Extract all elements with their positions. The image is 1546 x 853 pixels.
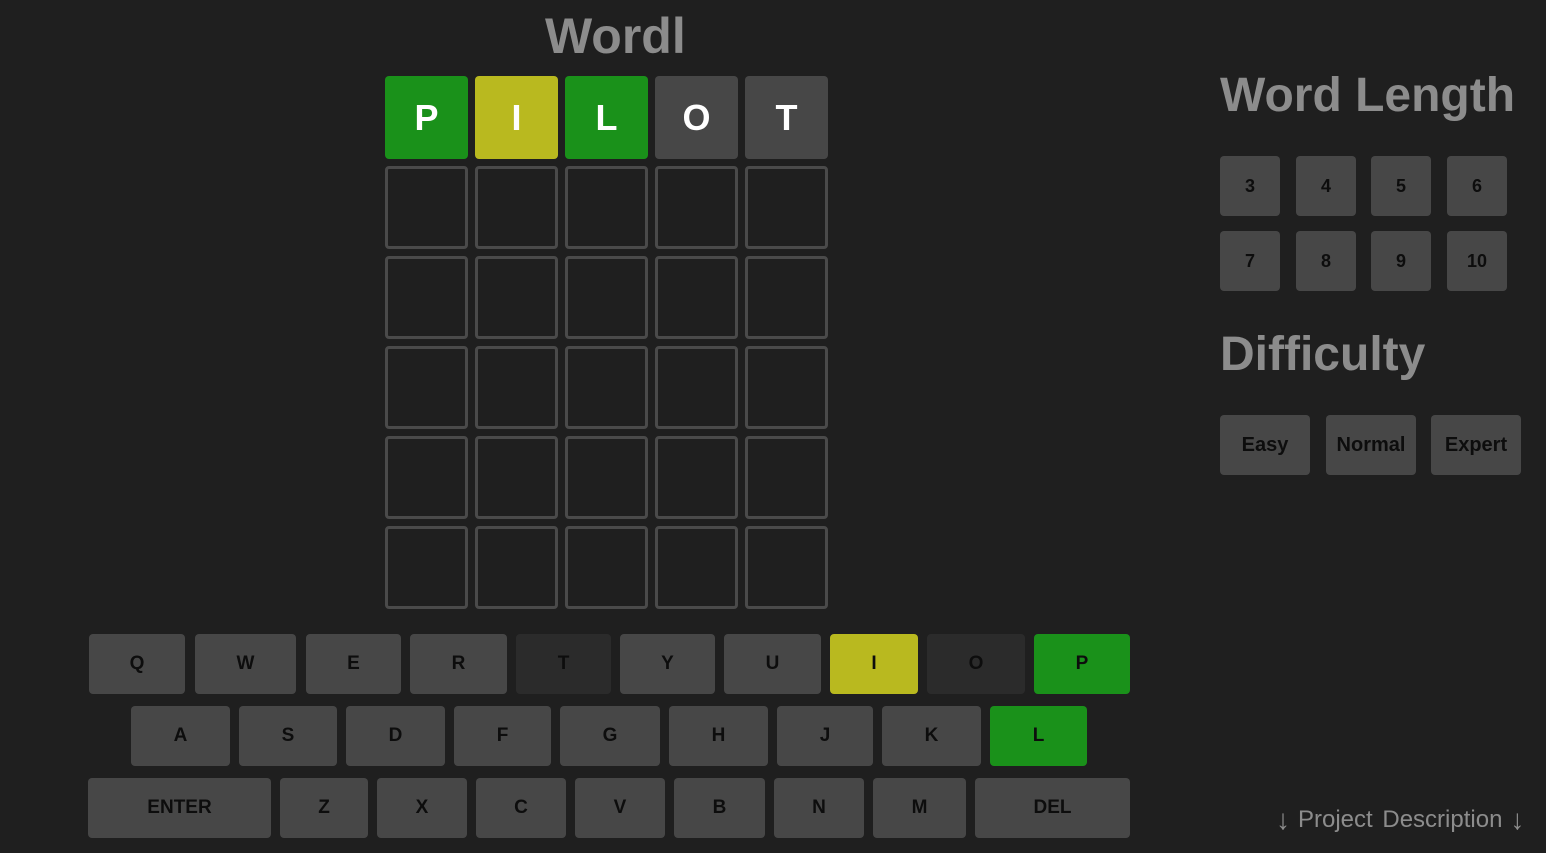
letter-tile — [655, 436, 738, 519]
letter-tile — [565, 166, 648, 249]
letter-tile: T — [745, 76, 828, 159]
key-x[interactable]: X — [377, 778, 467, 838]
word-length-button-3[interactable]: 3 — [1220, 156, 1280, 216]
key-f[interactable]: F — [454, 706, 551, 766]
key-u[interactable]: U — [724, 634, 821, 694]
key-d[interactable]: D — [346, 706, 445, 766]
down-arrow-icon: ↓ — [1276, 804, 1290, 835]
letter-tile — [745, 346, 828, 429]
down-arrow-icon: ↓ — [1510, 804, 1525, 835]
project-description-link[interactable]: ↓ Project Description ↓ — [1276, 806, 1524, 834]
key-v[interactable]: V — [575, 778, 665, 838]
letter-tile — [475, 166, 558, 249]
difficulty-easy-button[interactable]: Easy — [1220, 415, 1310, 475]
letter-tile — [475, 346, 558, 429]
letter-tile: P — [385, 76, 468, 159]
key-k[interactable]: K — [882, 706, 981, 766]
letter-tile — [655, 346, 738, 429]
letter-tile — [385, 436, 468, 519]
word-length-button-4[interactable]: 4 — [1296, 156, 1356, 216]
difficulty-expert-button[interactable]: Expert — [1431, 415, 1521, 475]
letter-tile — [565, 436, 648, 519]
key-q[interactable]: Q — [89, 634, 185, 694]
letter-tile — [745, 166, 828, 249]
key-e[interactable]: E — [306, 634, 401, 694]
letter-tile — [565, 346, 648, 429]
letter-tile: L — [565, 76, 648, 159]
difficulty-heading: Difficulty — [1220, 328, 1426, 381]
letter-tile: O — [655, 76, 738, 159]
keyboard-row: ENTER Z X C V B N M DEL — [0, 778, 1220, 838]
letter-tile — [745, 526, 828, 609]
key-p[interactable]: P — [1034, 634, 1130, 694]
word-length-button-9[interactable]: 9 — [1371, 231, 1431, 291]
letter-tile — [475, 526, 558, 609]
key-c[interactable]: C — [476, 778, 566, 838]
key-h[interactable]: H — [669, 706, 768, 766]
enter-key[interactable]: ENTER — [88, 778, 271, 838]
word-length-button-7[interactable]: 7 — [1220, 231, 1280, 291]
key-w[interactable]: W — [195, 634, 296, 694]
game-board: PILOT — [385, 76, 828, 609]
key-y[interactable]: Y — [620, 634, 715, 694]
letter-tile — [475, 436, 558, 519]
word-length-button-6[interactable]: 6 — [1447, 156, 1507, 216]
letter-tile — [655, 526, 738, 609]
project-description-label: Project Description — [1298, 806, 1503, 833]
letter-tile — [385, 256, 468, 339]
letter-tile: I — [475, 76, 558, 159]
delete-key[interactable]: DEL — [975, 778, 1130, 838]
letter-tile — [385, 346, 468, 429]
key-m[interactable]: M — [873, 778, 966, 838]
letter-tile — [745, 256, 828, 339]
letter-tile — [475, 256, 558, 339]
letter-tile — [565, 526, 648, 609]
letter-tile — [565, 256, 648, 339]
key-s[interactable]: S — [239, 706, 337, 766]
key-l[interactable]: L — [990, 706, 1087, 766]
key-o[interactable]: O — [927, 634, 1025, 694]
letter-tile — [385, 526, 468, 609]
letter-tile — [385, 166, 468, 249]
key-g[interactable]: G — [560, 706, 660, 766]
word-length-button-5[interactable]: 5 — [1371, 156, 1431, 216]
letter-tile — [655, 166, 738, 249]
difficulty-normal-button[interactable]: Normal — [1326, 415, 1416, 475]
key-z[interactable]: Z — [280, 778, 368, 838]
key-j[interactable]: J — [777, 706, 873, 766]
word-length-button-8[interactable]: 8 — [1296, 231, 1356, 291]
letter-tile — [655, 256, 738, 339]
keyboard-row: ASDFGHJKL — [0, 706, 1220, 766]
key-t[interactable]: T — [516, 634, 611, 694]
word-length-button-10[interactable]: 10 — [1447, 231, 1507, 291]
keyboard-row: QWERTYUIOP — [0, 634, 1220, 694]
key-b[interactable]: B — [674, 778, 765, 838]
key-r[interactable]: R — [410, 634, 507, 694]
key-i[interactable]: I — [830, 634, 918, 694]
page-title: Wordl — [545, 8, 686, 64]
word-length-heading: Word Length — [1220, 69, 1516, 122]
key-n[interactable]: N — [774, 778, 864, 838]
letter-tile — [745, 436, 828, 519]
key-a[interactable]: A — [131, 706, 230, 766]
